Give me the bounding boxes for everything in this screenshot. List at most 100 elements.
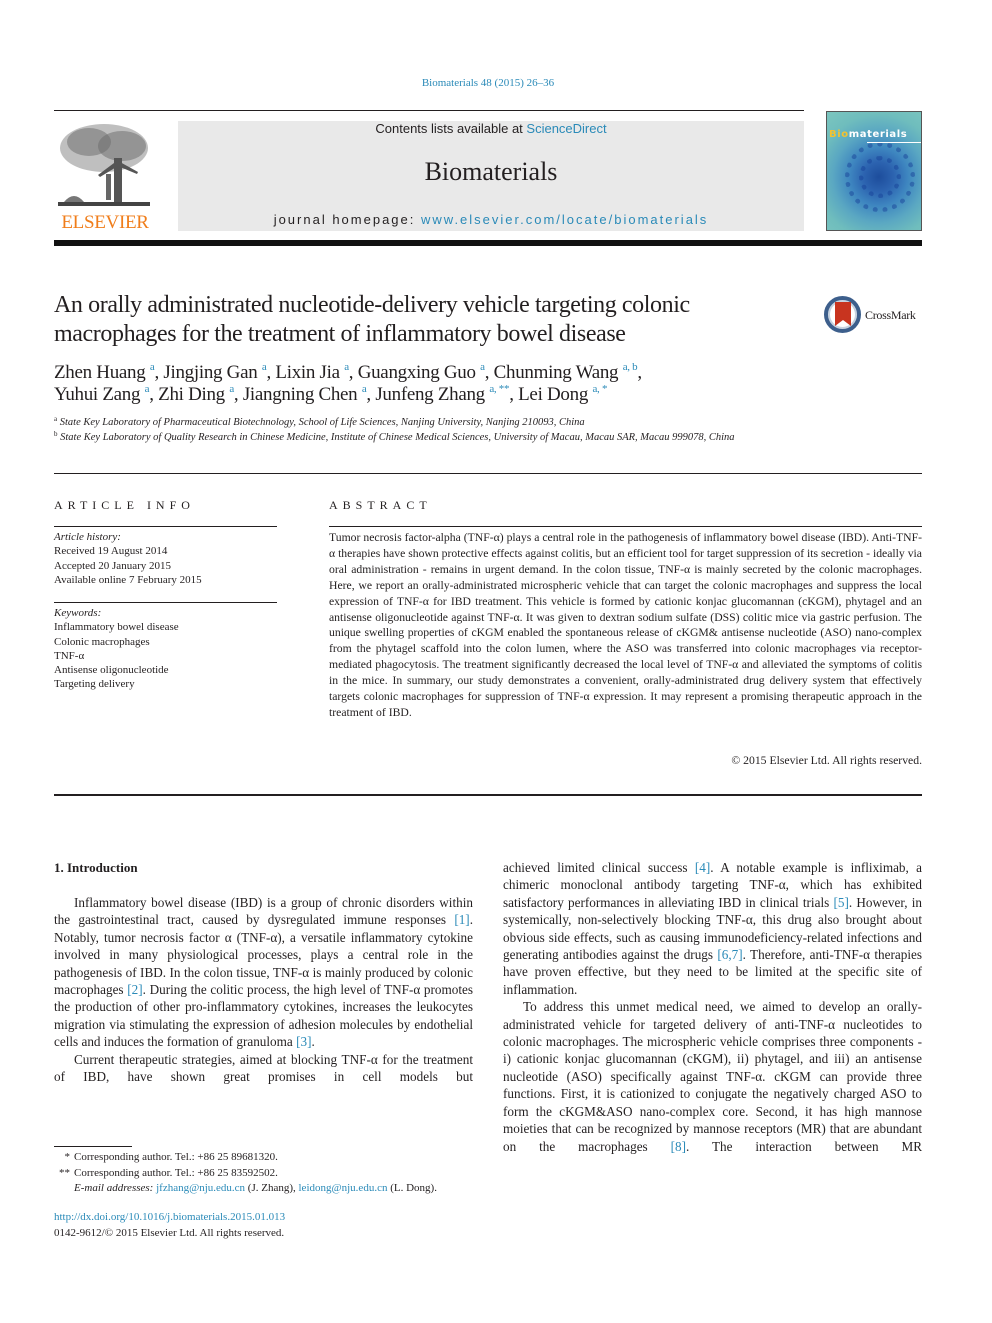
author-separator: , — [149, 384, 159, 405]
author-separator: , — [233, 384, 243, 405]
affiliation-a: a State Key Laboratory of Pharmaceutical… — [54, 415, 814, 430]
cover-underline — [867, 142, 921, 143]
author-name[interactable]: Zhi Ding — [158, 384, 229, 405]
doi-link[interactable]: http://dx.doi.org/10.1016/j.biomaterials… — [54, 1211, 285, 1223]
reference-link[interactable]: [6,7] — [717, 947, 742, 962]
author-name[interactable]: Jiangning Chen — [243, 384, 362, 405]
affiliation-mark: b — [54, 430, 58, 438]
footnote-corresponding-2: ** Corresponding author. Tel.: +86 25 835… — [54, 1166, 484, 1182]
author-affiliation-mark[interactable]: a, b — [623, 361, 638, 373]
author-separator: , — [484, 362, 494, 383]
doi-block: http://dx.doi.org/10.1016/j.biomaterials… — [54, 1210, 484, 1241]
footnote-rule — [54, 1146, 132, 1147]
introduction-heading: 1. Introduction — [54, 860, 138, 875]
author-affiliation-mark[interactable]: a, ** — [489, 383, 509, 395]
keyword-item: Targeting delivery — [54, 678, 135, 691]
email-owner: (J. Zhang), — [245, 1182, 299, 1195]
affiliation-b: b State Key Laboratory of Quality Resear… — [54, 430, 814, 445]
journal-cover-image[interactable]: Biomaterials — [826, 111, 922, 231]
homepage-prefix: journal homepage: — [273, 212, 421, 227]
email-owner: (L. Dong). — [387, 1182, 437, 1195]
footnote-text: Corresponding author. Tel.: +86 25 89681… — [74, 1151, 278, 1163]
elsevier-wordmark: ELSEVIER — [61, 212, 149, 233]
article-info-rule — [54, 526, 277, 527]
contents-prefix: Contents lists available at — [375, 121, 527, 136]
author-separator: , — [637, 362, 642, 383]
abstract-heading: ABSTRACT — [329, 498, 432, 512]
author-name[interactable]: Chunming Wang — [494, 362, 623, 383]
footnote-text: Corresponding author. Tel.: +86 25 83592… — [74, 1166, 278, 1179]
footnote-corresponding-1: * Corresponding author. Tel.: +86 25 8968… — [54, 1150, 484, 1166]
article-history: Article history: Received 19 August 2014… — [54, 530, 277, 587]
elsevier-tree-icon — [58, 124, 150, 206]
affiliation-mark: a — [54, 415, 58, 423]
author-name[interactable]: Zhen Huang — [54, 362, 150, 383]
homepage-line: journal homepage: www.elsevier.com/locat… — [178, 212, 804, 227]
cover-title-rest: materials — [848, 129, 908, 140]
body-column-left: Inflammatory bowel disease (IBD) is a gr… — [54, 894, 473, 1085]
body-text: . The interaction between MR — [685, 1138, 923, 1154]
email-line: E-mail addresses: jfzhang@nju.edu.cn (J.… — [74, 1181, 437, 1197]
crossmark-ribbon-icon — [835, 302, 851, 326]
history-online: Available online 7 February 2015 — [54, 573, 202, 586]
journal-homepage-link[interactable]: www.elsevier.com/locate/biomaterials — [421, 212, 708, 227]
reference-link[interactable]: [8] — [671, 1139, 686, 1154]
abstract-bottom-rule — [54, 794, 922, 796]
email-label: E-mail addresses: — [74, 1182, 157, 1195]
body-paragraph: Current therapeutic strategies, aimed at… — [54, 1051, 473, 1085]
body-paragraph: Inflammatory bowel disease (IBD) is a gr… — [54, 894, 473, 1051]
email-link-zhang[interactable]: jfzhang@nju.edu.cn — [156, 1182, 245, 1194]
history-label: Article history: — [54, 531, 121, 543]
footnote-mark — [54, 1181, 74, 1197]
author-name[interactable]: Yuhui Zang — [54, 384, 145, 405]
journal-masthead: Contents lists available at ScienceDirec… — [178, 121, 804, 231]
cover-title-highlight: Bio — [829, 129, 849, 140]
article-info-rule — [54, 602, 277, 603]
keywords-label: Keywords: — [54, 607, 102, 619]
affiliation-text: State Key Laboratory of Pharmaceutical B… — [59, 417, 585, 428]
abstract-copyright: © 2015 Elsevier Ltd. All rights reserved… — [731, 754, 922, 767]
journal-citation-link[interactable]: Biomaterials 48 (2015) 26–36 — [0, 77, 976, 89]
keyword-item: Inflammatory bowel disease — [54, 621, 179, 634]
abstract-rule — [329, 526, 922, 527]
author-name[interactable]: Jingjing Gan — [163, 362, 262, 383]
header-rule — [54, 110, 804, 111]
body-text: To address this unmet medical need, we a… — [503, 999, 922, 1154]
header-thick-rule — [54, 240, 922, 246]
author-name[interactable]: Guangxing Guo — [358, 362, 480, 383]
body-text: . — [311, 1034, 315, 1050]
footnote-emails: E-mail addresses: jfzhang@nju.edu.cn (J.… — [54, 1181, 484, 1197]
reference-link[interactable]: [3] — [296, 1034, 311, 1049]
keyword-item: Colonic macrophages — [54, 635, 150, 648]
affiliations: a State Key Laboratory of Pharmaceutical… — [54, 415, 814, 445]
crossmark-button[interactable]: CrossMark — [824, 296, 924, 336]
keywords: Keywords: Inflammatory bowel disease Col… — [54, 606, 277, 692]
email-link-dong[interactable]: leidong@nju.edu.cn — [299, 1182, 388, 1194]
author-name[interactable]: Junfeng Zhang — [375, 384, 489, 405]
issn-line: 0142-9612/© 2015 Elsevier Ltd. All right… — [54, 1226, 285, 1239]
article-title: An orally administrated nucleotide-deliv… — [54, 292, 690, 347]
reference-link[interactable]: [4] — [695, 860, 710, 875]
author-name[interactable]: Lei Dong — [518, 384, 592, 405]
author-separator: , — [348, 362, 358, 383]
cover-title: Biomaterials — [829, 129, 907, 140]
author-name[interactable]: Lixin Jia — [275, 362, 344, 383]
history-accepted: Accepted 20 January 2015 — [54, 559, 171, 572]
body-column-right: achieved limited clinical success [4]. A… — [503, 859, 922, 1155]
reference-link[interactable]: [5] — [833, 895, 848, 910]
sciencedirect-link[interactable]: ScienceDirect — [526, 121, 606, 136]
author-affiliation-mark[interactable]: a, * — [592, 383, 607, 395]
author-list: Zhen Huang a, Jingjing Gan a, Lixin Jia … — [54, 362, 814, 406]
abstract-text: Tumor necrosis factor-alpha (TNF-α) play… — [329, 531, 922, 719]
affiliation-text: State Key Laboratory of Quality Research… — [60, 432, 735, 443]
body-text: achieved limited clinical success — [503, 860, 695, 875]
contents-line: Contents lists available at ScienceDirec… — [178, 121, 804, 136]
crossmark-label: CrossMark — [865, 308, 916, 322]
elsevier-logo[interactable]: ELSEVIER — [54, 120, 156, 233]
body-text: Inflammatory bowel disease (IBD) is a gr… — [54, 895, 473, 928]
reference-link[interactable]: [2] — [127, 982, 142, 997]
reference-link[interactable]: [1] — [454, 912, 469, 927]
author-separator: , — [366, 384, 376, 405]
article-info-heading: ARTICLE INFO — [54, 498, 195, 512]
keyword-item: Antisense oligonucleotide — [54, 664, 169, 677]
